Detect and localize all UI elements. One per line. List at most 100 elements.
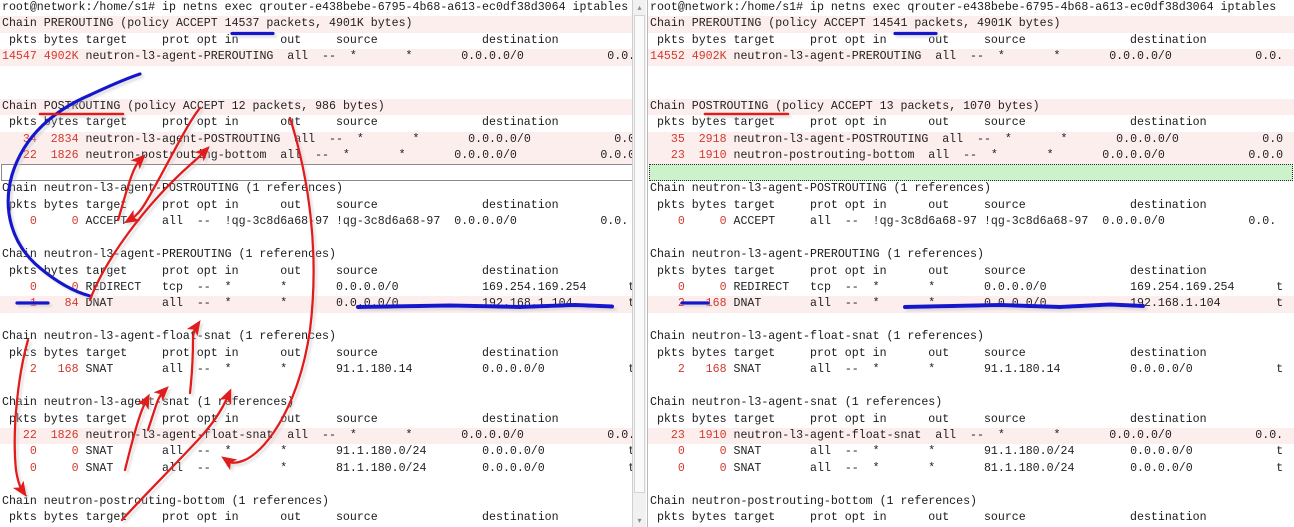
terminal-line: 2 168 SNAT all -- * * 91.1.180.14 0.0.0.… — [0, 362, 634, 378]
pkts-count: 2 — [650, 363, 685, 376]
rule-body: ACCEPT all -- !qg-3c8d6a68-97 !qg-3c8d6a… — [79, 215, 629, 228]
terminal-line: 0 0 SNAT all -- * * 81.1.180.0/24 0.0.0.… — [648, 461, 1294, 477]
terminal-line — [0, 313, 634, 329]
terminal-line: 35 2918 neutron-l3-agent-POSTROUTING all… — [648, 132, 1294, 148]
chain-policy-text: packets, 4901K — [259, 17, 363, 30]
bytes-count: 1910 — [685, 149, 727, 162]
terminal-line — [648, 66, 1294, 82]
pkts-count: 23 — [650, 429, 685, 442]
terminal-line: pkts bytes target prot opt in out source… — [0, 346, 634, 362]
terminal-line: pkts bytes target prot opt in out source… — [0, 115, 634, 131]
chain-policy-text: ACCEPT 14537 — [176, 17, 260, 30]
rule-body: REDIRECT tcp -- * * 0.0.0.0/0 169.254.16… — [727, 281, 1284, 294]
terminal-line: pkts bytes target prot opt in out source… — [648, 33, 1294, 49]
terminal-line: pkts bytes target prot opt in out source… — [648, 115, 1294, 131]
terminal-line: 0 0 SNAT all -- * * 91.1.180.0/24 0.0.0.… — [648, 444, 1294, 460]
terminal-line: 0 0 SNAT all -- * * 91.1.180.0/24 0.0.0.… — [0, 444, 634, 460]
bytes-count: 0 — [37, 445, 79, 458]
terminal-line: 0 0 ACCEPT all -- !qg-3c8d6a68-97 !qg-3c… — [0, 214, 634, 230]
terminal-line: pkts bytes target prot opt in out source… — [0, 412, 634, 428]
terminal-line — [0, 231, 634, 247]
terminal-pane-right[interactable]: root@network:/home/s1# ip netns exec qro… — [648, 0, 1294, 527]
terminal-line: 23 1910 neutron-l3-agent-float-snat all … — [648, 428, 1294, 444]
terminal-line: Chain neutron-l3-agent-snat (1 reference… — [648, 395, 1294, 411]
terminal-line: Chain neutron-postrouting-bottom (1 refe… — [648, 494, 1294, 510]
rule-body: SNAT all -- * * 91.1.180.14 0.0.0.0/0 t — [79, 363, 634, 376]
rule-body: neutron-l3-agent-PREROUTING all -- * * 0… — [727, 50, 1284, 63]
terminal-line: Chain neutron-l3-agent-float-snat (1 ref… — [648, 329, 1294, 345]
terminal-line: 0 0 ACCEPT all -- !qg-3c8d6a68-97 !qg-3c… — [648, 214, 1294, 230]
terminal-line: pkts bytes target prot opt in out source… — [0, 198, 634, 214]
terminal-line: Chain neutron-l3-agent-PREROUTING (1 ref… — [0, 247, 634, 263]
terminal-line: 0 0 SNAT all -- * * 81.1.180.0/24 0.0.0.… — [0, 461, 634, 477]
terminal-line — [0, 477, 634, 493]
terminal-line: 23 1910 neutron-postrouting-bottom all -… — [648, 148, 1294, 164]
chain-policy-text: Chain POSTROUTING (policy — [650, 100, 831, 113]
bytes-count: 168 — [685, 363, 727, 376]
screenshot-root: root@network:/home/s1# ip netns exec qro… — [0, 0, 1294, 527]
bytes-count: 4902K — [37, 50, 79, 63]
pkts-count: 2 — [650, 297, 685, 310]
terminal-line: root@network:/home/s1# ip netns exec qro… — [0, 0, 634, 16]
bytes-count: 4902K — [685, 50, 727, 63]
chain-policy-text: packets, 986 — [246, 100, 336, 113]
bytes-count: 0 — [37, 281, 79, 294]
chain-policy-text: Chain POSTROUTING (policy — [2, 100, 183, 113]
pkts-count: 14547 — [2, 50, 37, 63]
selected-blank-line[interactable] — [1, 164, 633, 181]
rule-body: neutron-l3-agent-PREROUTING all -- * * 0… — [79, 50, 634, 63]
terminal-line: 14547 4902K neutron-l3-agent-PREROUTING … — [0, 49, 634, 65]
pkts-count: 23 — [650, 149, 685, 162]
terminal-line — [648, 313, 1294, 329]
terminal-line — [648, 231, 1294, 247]
chain-policy-text: ACCEPT 13 — [831, 100, 894, 113]
chain-policy-text: ACCEPT 12 — [183, 100, 246, 113]
terminal-line: pkts bytes target prot opt in out source… — [0, 33, 634, 49]
rule-body: SNAT all -- * * 81.1.180.0/24 0.0.0.0/0 … — [79, 462, 634, 475]
terminal-line: Chain neutron-postrouting-bottom (1 refe… — [0, 494, 634, 510]
rule-body: SNAT all -- * * 91.1.180.14 0.0.0.0/0 t — [727, 363, 1284, 376]
bytes-count: 2834 — [37, 133, 79, 146]
rule-body: DNAT all -- * * 0.0.0.0/0 192.168.1.104 … — [727, 297, 1284, 310]
rule-body: SNAT all -- * * 81.1.180.0/24 0.0.0.0/0 … — [727, 462, 1284, 475]
rule-body: neutron-l3-agent-POSTROUTING all -- * * … — [79, 133, 634, 146]
scroll-down-arrow-icon[interactable]: ▾ — [633, 513, 646, 527]
pkts-count: 14552 — [650, 50, 685, 63]
rule-body: neutron-l3-agent-float-snat all -- * * 0… — [79, 429, 634, 442]
terminal-line: Chain neutron-l3-agent-snat (1 reference… — [0, 395, 634, 411]
bytes-count: 0 — [685, 445, 727, 458]
rule-body: neutron-postrouting-bottom all -- * * 0.… — [79, 149, 634, 162]
terminal-pane-left[interactable]: root@network:/home/s1# ip netns exec qro… — [0, 0, 648, 527]
terminal-line: 2 168 SNAT all -- * * 91.1.180.14 0.0.0.… — [648, 362, 1294, 378]
chain-policy-text: ACCEPT 14541 — [824, 17, 908, 30]
highlighted-blank-line[interactable] — [649, 164, 1293, 181]
terminal-line — [648, 379, 1294, 395]
chain-policy-text: bytes) — [336, 100, 385, 113]
terminal-line: pkts bytes target prot opt in out source… — [0, 510, 634, 526]
terminal-line: 14552 4902K neutron-l3-agent-PREROUTING … — [648, 49, 1294, 65]
terminal-line: Chain neutron-l3-agent-POSTROUTING (1 re… — [648, 181, 1294, 197]
terminal-line: 1 84 DNAT all -- * * 0.0.0.0/0 192.168.1… — [0, 296, 634, 312]
bytes-count: 84 — [37, 297, 79, 310]
rule-body: neutron-postrouting-bottom all -- * * 0.… — [727, 149, 1284, 162]
rule-body: SNAT all -- * * 91.1.180.0/24 0.0.0.0/0 … — [727, 445, 1284, 458]
scroll-up-arrow-icon[interactable]: ▴ — [633, 0, 646, 14]
bytes-count: 0 — [37, 462, 79, 475]
pkts-count: 2 — [2, 363, 37, 376]
bytes-count: 1910 — [685, 429, 727, 442]
terminal-line: Chain PREROUTING (policy ACCEPT 14537 p… — [0, 16, 634, 32]
chain-policy-text: bytes) — [1012, 17, 1061, 30]
pkts-count: 1 — [2, 297, 37, 310]
pkts-count: 0 — [2, 445, 37, 458]
rule-body: REDIRECT tcp -- * * 0.0.0.0/0 169.254.16… — [79, 281, 634, 294]
terminal-output-right: root@network:/home/s1# ip netns exec qro… — [648, 0, 1294, 527]
vertical-scrollbar-left[interactable]: ▴ ▾ — [632, 0, 646, 527]
bytes-count: 1826 — [37, 429, 79, 442]
bytes-count: 0 — [685, 281, 727, 294]
bytes-count: 2918 — [685, 133, 727, 146]
pkts-count: 0 — [2, 281, 37, 294]
scrollbar-thumb[interactable] — [634, 15, 645, 493]
chain-policy-text: Chain PREROUTING (policy — [2, 17, 176, 30]
chain-policy-text: packets, 4901K — [907, 17, 1011, 30]
pkts-count: 34 — [2, 133, 37, 146]
